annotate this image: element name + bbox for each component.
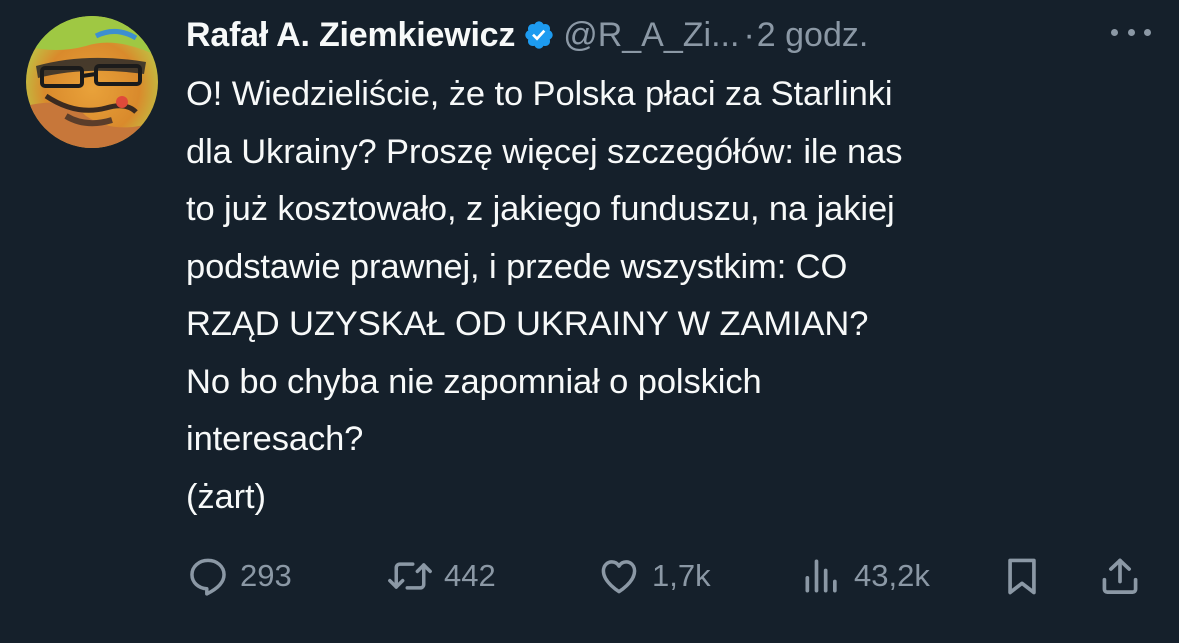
separator-dot: · (743, 15, 755, 54)
retweet-button[interactable]: 442 (386, 548, 496, 604)
views-count: 43,2k (854, 558, 930, 593)
like-count: 1,7k (652, 558, 711, 593)
like-button[interactable]: 1,7k (596, 548, 711, 604)
share-icon (1098, 554, 1142, 598)
heart-icon (596, 554, 642, 598)
tweet-timestamp[interactable]: 2 godz. (757, 16, 869, 55)
tweet-card: Rafał A. Ziemkiewicz @R_A_Zi... · 2 godz… (0, 0, 1179, 643)
reply-button[interactable]: 293 (186, 548, 292, 604)
more-dot (1144, 28, 1151, 36)
tweet-header: Rafał A. Ziemkiewicz @R_A_Zi... · 2 godz… (186, 12, 868, 58)
more-dots-icon[interactable] (1111, 22, 1151, 42)
reply-count: 293 (240, 558, 292, 593)
tweet-text: O! Wiedzieliście, że to Polska płaci za … (186, 75, 903, 516)
avatar[interactable] (26, 16, 158, 148)
share-button[interactable] (1098, 548, 1142, 604)
bookmark-icon (1000, 554, 1044, 598)
retweet-count: 442 (444, 558, 496, 593)
author-name[interactable]: Rafał A. Ziemkiewicz (186, 16, 515, 55)
more-dot (1111, 28, 1118, 36)
retweet-icon (386, 554, 434, 598)
bookmark-button[interactable] (1000, 548, 1044, 604)
views-button[interactable]: 43,2k (800, 548, 930, 604)
author-handle[interactable]: @R_A_Zi... (563, 16, 739, 55)
tweet-actions: 293 442 1,7k 43,2k (0, 548, 1179, 604)
avatar-image (26, 16, 158, 148)
reply-bubble-icon (186, 554, 230, 598)
verified-badge-icon[interactable] (523, 19, 555, 51)
bar-chart-icon (800, 554, 844, 598)
more-dot (1127, 28, 1135, 36)
